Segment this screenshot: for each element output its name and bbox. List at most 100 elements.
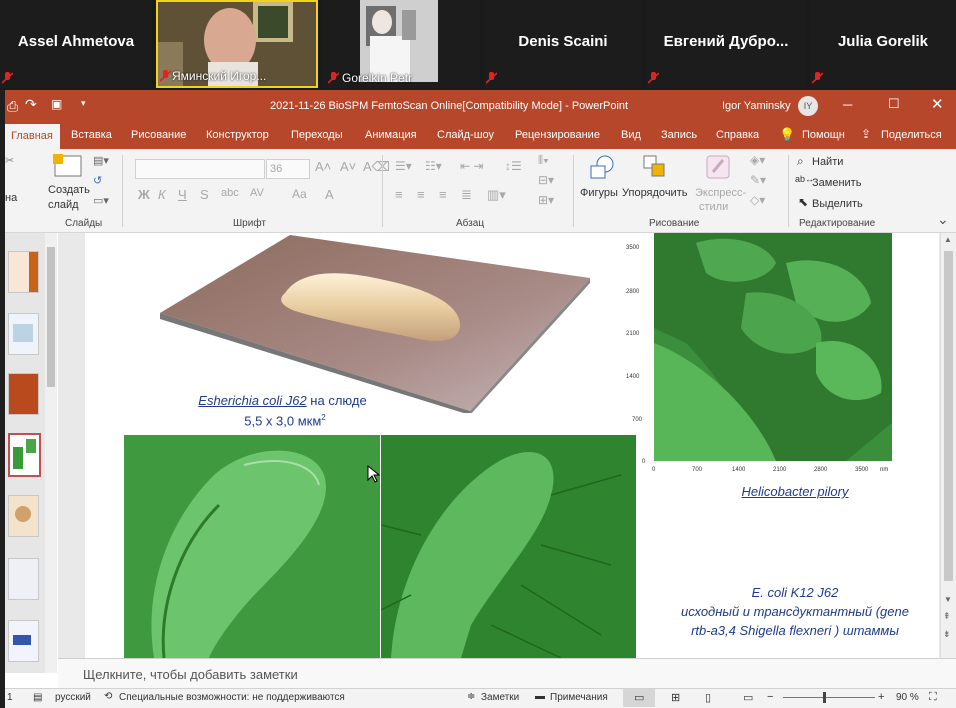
numbering-icon[interactable]: ☷▾ bbox=[425, 159, 442, 173]
tab-record[interactable]: Запись bbox=[661, 129, 697, 141]
indent-icon[interactable]: ⇤ ⇥ bbox=[460, 159, 483, 173]
font-color-button[interactable]: A bbox=[325, 187, 334, 202]
underline-button[interactable]: Ч bbox=[178, 187, 187, 202]
slide-canvas[interactable]: Esherichia coli J62 на слюде 5,5 x 3,0 м… bbox=[85, 233, 939, 658]
align-right-icon[interactable]: ≡ bbox=[439, 187, 447, 202]
participant-tile[interactable]: Assel Ahmetova bbox=[0, 0, 152, 88]
slide-vertical-scrollbar[interactable]: ▲ ▼ ⇞ ⇟ bbox=[940, 233, 956, 658]
prev-slide-icon[interactable]: ⇞ bbox=[943, 611, 951, 622]
shapes-button[interactable]: Фигуры bbox=[580, 187, 618, 199]
slide-thumbnail[interactable] bbox=[8, 251, 39, 293]
zoom-out-icon[interactable]: − bbox=[767, 691, 773, 703]
format-painter-icon[interactable]: ✂ bbox=[5, 154, 14, 167]
tab-design[interactable]: Конструктор bbox=[206, 129, 269, 141]
slide-thumbnail[interactable] bbox=[8, 373, 39, 415]
slide-thumbnail[interactable] bbox=[8, 495, 39, 537]
participant-tile[interactable]: Евгений Дубро... bbox=[646, 0, 806, 88]
new-slide-icon[interactable] bbox=[53, 154, 83, 180]
slide-thumbnail[interactable] bbox=[8, 620, 39, 662]
afm-3d-ecoli-image[interactable] bbox=[130, 233, 600, 413]
tab-tell-me[interactable]: Помощн bbox=[802, 129, 845, 141]
scroll-thumb[interactable] bbox=[944, 251, 953, 581]
shrink-font-icon[interactable]: A˅ bbox=[340, 159, 356, 174]
reading-view-icon[interactable]: ▯ bbox=[705, 691, 711, 704]
user-avatar[interactable]: IY bbox=[798, 96, 818, 116]
section-icon[interactable]: ▭▾ bbox=[93, 194, 109, 207]
columns-icon[interactable]: ▥▾ bbox=[487, 187, 506, 203]
text-direction-icon[interactable]: ⫴▾ bbox=[538, 153, 549, 168]
tab-home[interactable]: Главная bbox=[5, 124, 60, 149]
scroll-down-icon[interactable]: ▼ bbox=[944, 595, 952, 604]
user-name[interactable]: Igor Yaminsky bbox=[722, 100, 791, 112]
clear-format-icon[interactable]: A⌫ bbox=[363, 159, 390, 175]
zoom-level[interactable]: 90 % bbox=[896, 692, 919, 703]
afm-ecoli-transductant-image[interactable] bbox=[381, 435, 636, 658]
maximize-icon[interactable]: ☐ bbox=[888, 96, 900, 112]
slide-thumbnail[interactable] bbox=[8, 313, 39, 355]
new-slide-button-line2[interactable]: слайд bbox=[48, 199, 79, 211]
zoom-slider-thumb[interactable] bbox=[823, 692, 826, 703]
tab-transitions[interactable]: Переходы bbox=[291, 129, 343, 141]
language[interactable]: русский bbox=[55, 692, 91, 703]
notes-button[interactable]: Заметки bbox=[481, 692, 519, 703]
customize-qat-icon[interactable]: ▾ bbox=[81, 98, 86, 109]
collapse-ribbon-icon[interactable]: ⌄ bbox=[937, 211, 949, 228]
participant-video-tile[interactable]: Gorelkin Petr bbox=[322, 0, 480, 88]
align-text-icon[interactable]: ⊟▾ bbox=[538, 173, 554, 187]
slide-sorter-icon[interactable]: ⊞ bbox=[671, 691, 680, 704]
tab-view[interactable]: Вид bbox=[621, 129, 641, 141]
arrange-icon[interactable] bbox=[642, 154, 670, 182]
align-center-icon[interactable]: ≡ bbox=[417, 187, 425, 202]
strikethrough-icon[interactable]: abc bbox=[221, 187, 239, 199]
bullets-icon[interactable]: ☰▾ bbox=[395, 159, 412, 173]
tab-animations[interactable]: Анимация bbox=[365, 129, 417, 141]
line-spacing-icon[interactable]: ↕☰ bbox=[505, 159, 522, 173]
quick-styles-button[interactable]: Экспресс- bbox=[695, 187, 746, 199]
afm-helicobacter-image[interactable]: 3500 2800 2100 1400 700 0 0 700 1400 210… bbox=[626, 233, 896, 478]
share-icon[interactable]: ⇪ bbox=[861, 127, 871, 141]
next-slide-icon[interactable]: ⇟ bbox=[943, 629, 951, 640]
participant-tile[interactable]: Denis Scaini bbox=[484, 0, 642, 88]
normal-view-button[interactable]: ▭ bbox=[623, 689, 655, 707]
proofing-icon[interactable]: ▤ bbox=[33, 692, 42, 703]
arrange-button[interactable]: Упорядочить bbox=[622, 187, 687, 199]
shape-fill-icon[interactable]: ◈▾ bbox=[750, 153, 765, 167]
smartart-icon[interactable]: ⊞▾ bbox=[538, 193, 554, 207]
slideshow-icon[interactable]: ▭ bbox=[743, 691, 753, 704]
reset-icon[interactable]: ↺ bbox=[93, 174, 102, 187]
font-name-combobox[interactable] bbox=[135, 159, 265, 179]
scroll-up-icon[interactable]: ▲ bbox=[944, 235, 952, 244]
zoom-slider[interactable] bbox=[783, 697, 875, 698]
zoom-in-icon[interactable]: + bbox=[878, 691, 884, 703]
font-size-combobox[interactable]: 36 bbox=[266, 159, 310, 179]
shadow-button[interactable]: S bbox=[200, 187, 209, 202]
bold-button[interactable]: Ж bbox=[138, 187, 150, 202]
minimize-icon[interactable]: ─ bbox=[843, 97, 852, 112]
save-icon[interactable]: ⎙ bbox=[7, 98, 18, 115]
new-slide-button[interactable]: Создать bbox=[48, 184, 90, 196]
afm-ecoli-original-image[interactable] bbox=[124, 435, 380, 658]
find-button[interactable]: Найти bbox=[812, 156, 843, 168]
accessibility-status[interactable]: Специальные возможности: не поддерживают… bbox=[119, 692, 345, 703]
grow-font-icon[interactable]: A˄ bbox=[315, 159, 331, 174]
align-left-icon[interactable]: ≡ bbox=[395, 187, 403, 202]
shape-effects-icon[interactable]: ◇▾ bbox=[750, 193, 765, 207]
replace-button[interactable]: Заменить bbox=[812, 177, 861, 189]
lightbulb-icon[interactable]: 💡 bbox=[779, 127, 795, 143]
tab-help[interactable]: Справка bbox=[716, 129, 759, 141]
tab-draw[interactable]: Рисование bbox=[131, 129, 186, 141]
tab-slideshow[interactable]: Слайд-шоу bbox=[437, 129, 494, 141]
close-icon[interactable]: ✕ bbox=[931, 95, 944, 113]
shapes-icon[interactable] bbox=[587, 154, 617, 182]
quick-styles-button-line2[interactable]: стили bbox=[699, 201, 728, 213]
participant-video-tile[interactable]: Яминский Игор... bbox=[156, 0, 318, 88]
char-spacing-button[interactable]: AV bbox=[250, 187, 264, 199]
italic-button[interactable]: К bbox=[158, 187, 166, 202]
notes-pane[interactable]: Щелкните, чтобы добавить заметки bbox=[58, 658, 956, 689]
thumbnails-scrollbar[interactable] bbox=[45, 233, 57, 673]
tab-insert[interactable]: Вставка bbox=[71, 129, 112, 141]
shape-outline-icon[interactable]: ✎▾ bbox=[750, 173, 766, 187]
justify-icon[interactable]: ≣ bbox=[461, 187, 472, 203]
present-icon[interactable]: ▣ bbox=[51, 97, 62, 111]
comments-button[interactable]: Примечания bbox=[550, 692, 608, 703]
